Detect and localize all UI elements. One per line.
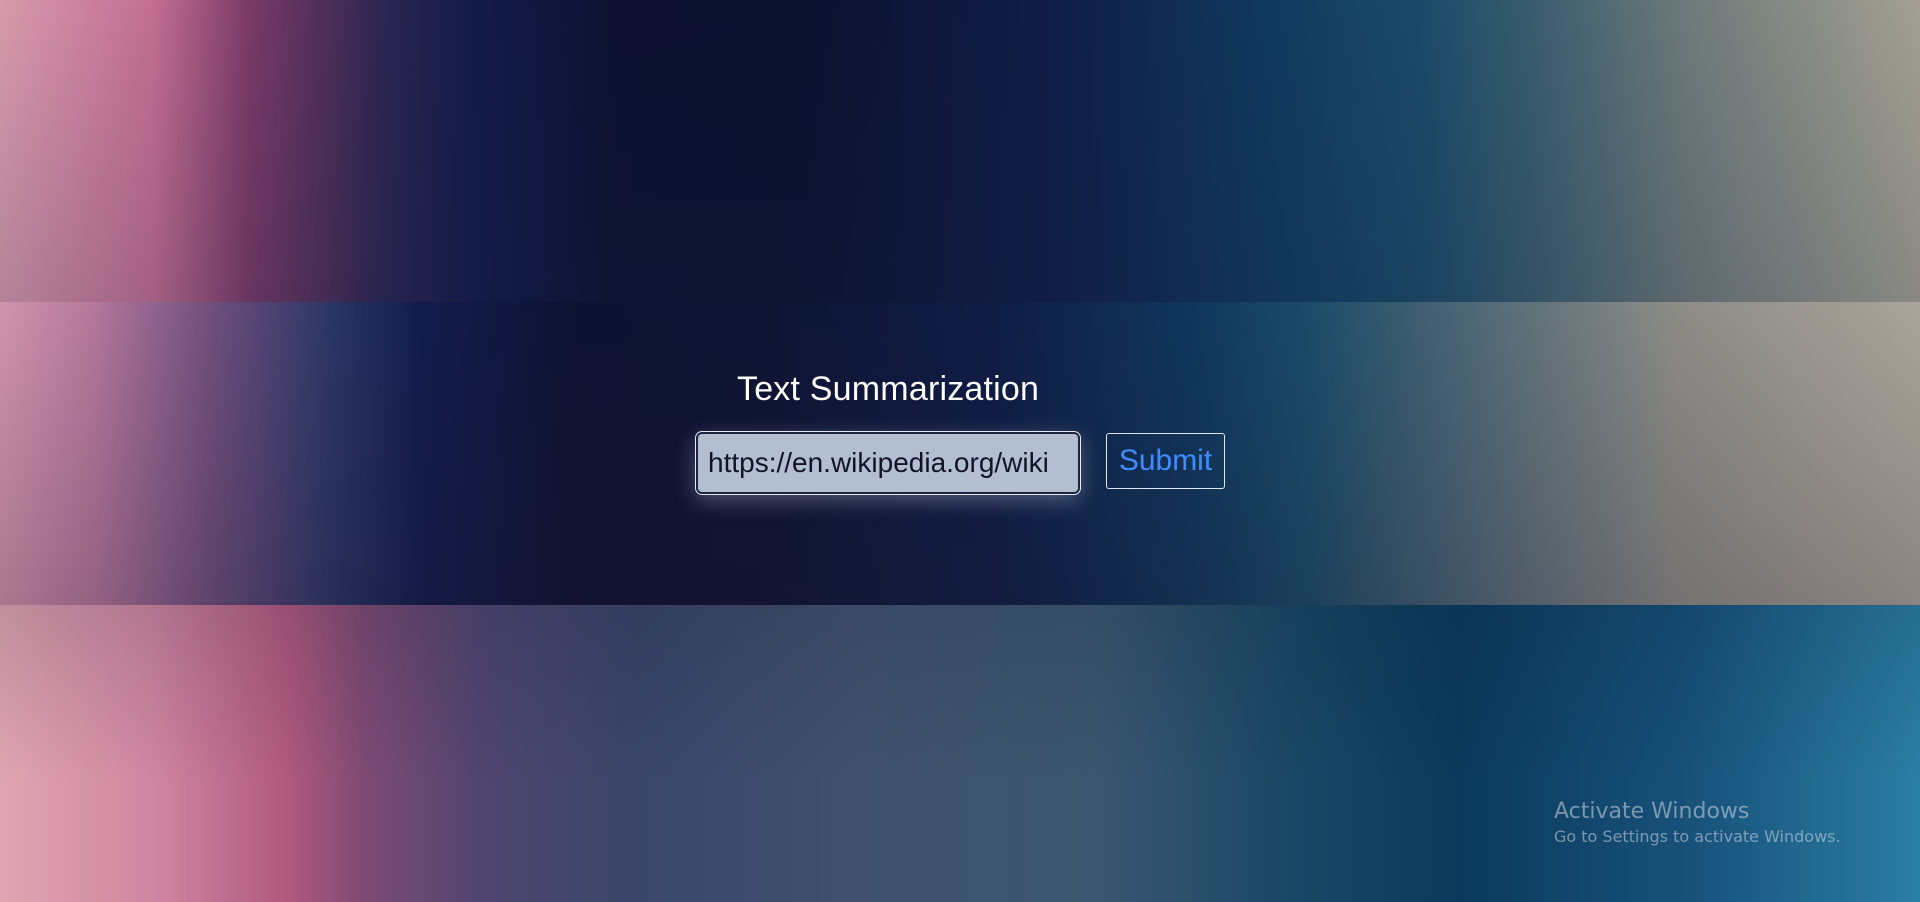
background-band-top — [0, 0, 1920, 302]
url-input[interactable] — [695, 431, 1081, 495]
page-title: Text Summarization — [737, 370, 1040, 408]
submit-button[interactable]: Submit — [1106, 433, 1225, 489]
watermark-title: Activate Windows — [1554, 799, 1750, 824]
activate-windows-watermark: Activate Windows Go to Settings to activ… — [1554, 798, 1841, 848]
page-background: Text Summarization Submit Activate Windo… — [0, 0, 1920, 902]
background-band-bottom — [0, 605, 1920, 902]
watermark-subtitle: Go to Settings to activate Windows. — [1554, 827, 1841, 846]
